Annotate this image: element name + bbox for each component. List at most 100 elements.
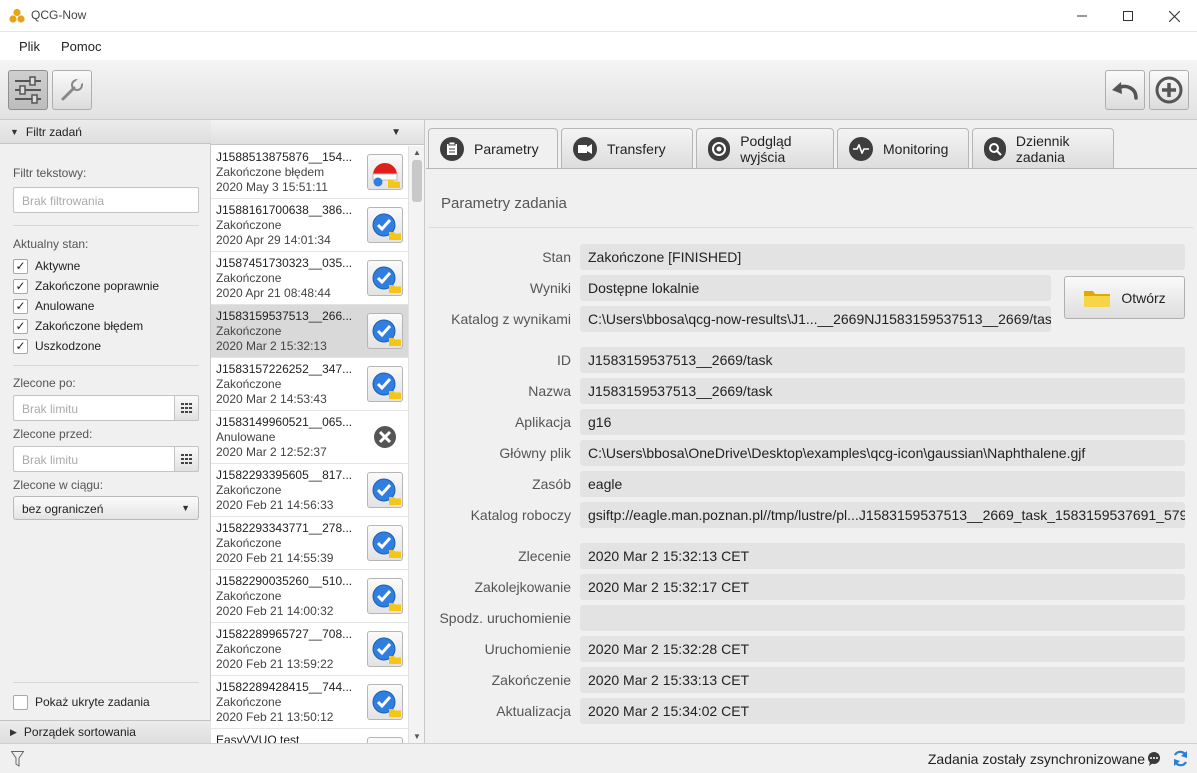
task-list-header[interactable]: ▼ [211, 120, 424, 145]
sort-section-header[interactable]: ▶ Porządek sortowania [0, 720, 211, 744]
tab-transfers[interactable]: Transfery [561, 128, 693, 168]
calendar-icon [181, 454, 192, 464]
filter-toggle-button[interactable] [8, 70, 48, 110]
task-state-button[interactable] [367, 313, 403, 349]
text-filter-input[interactable]: Brak filtrowania [13, 187, 199, 213]
task-list-item[interactable]: J1588513875876__154... Zakończone błędem 2… [211, 146, 408, 199]
calendar-button[interactable] [174, 395, 199, 421]
task-list-item[interactable]: J1582290035260__510... Zakończone 2020 Feb… [211, 570, 408, 623]
tab-monitoring[interactable]: Monitoring [837, 128, 969, 168]
task-list-item[interactable]: J1582289428415__744... Zakończone 2020 Feb… [211, 676, 408, 729]
task-status: Zakończone [216, 642, 282, 656]
tab-parameters[interactable]: Parametry [428, 128, 558, 169]
expand-triangle-icon: ▼ [10, 126, 19, 137]
scroll-thumb[interactable] [412, 160, 422, 202]
calendar-button[interactable] [174, 446, 199, 472]
param-value: 2020 Mar 2 15:33:13 CET [580, 667, 1185, 693]
show-hidden-checkbox[interactable]: Pokaż ukryte zadania [13, 693, 150, 711]
checkmark-icon: ✓ [13, 278, 28, 294]
param-value: 2020 Mar 2 15:32:13 CET [580, 543, 1185, 569]
checkmark-icon: ✓ [13, 258, 28, 274]
tab-label: Dziennik zadania [1015, 132, 1070, 165]
success-icon [368, 637, 404, 671]
state-checkbox-active[interactable]: ✓ Aktywne [13, 257, 80, 275]
close-button[interactable] [1151, 0, 1197, 32]
ordered-before-input[interactable]: Brak limitu [13, 446, 174, 472]
task-id: J1582293395605__817... [216, 468, 353, 482]
task-state-button[interactable] [367, 207, 403, 243]
task-list-item[interactable]: J1582293343771__278... Zakończone 2020 Feb… [211, 517, 408, 570]
task-list-item[interactable]: EasyVVUQ test [211, 729, 408, 743]
task-id: J1582289965727__708... [216, 627, 353, 641]
menu-help[interactable]: Pomoc [61, 39, 101, 54]
ordered-after-input[interactable]: Brak limitu [13, 395, 174, 421]
ordered-within-select[interactable]: bez ograniczeń ▼ [13, 496, 199, 520]
state-checkbox-completed[interactable]: ✓ Zakończone poprawnie [13, 277, 159, 295]
task-details-panel: Parametry Transfery Podgląd wyjścia Moni… [425, 120, 1197, 743]
task-id: J1588161700638__386... [216, 203, 353, 217]
menu-file[interactable]: Plik [19, 39, 40, 54]
task-date: 2020 Mar 2 15:32:13 [216, 339, 327, 353]
task-state-button[interactable] [367, 472, 403, 508]
task-list-item[interactable]: J1588161700638__386... Zakończone 2020 Apr… [211, 199, 408, 252]
calendar-icon [181, 403, 192, 413]
filter-funnel-icon[interactable] [11, 751, 24, 767]
task-status: Zakończone [216, 589, 282, 603]
tab-task-log[interactable]: Dziennik zadania [972, 128, 1114, 168]
task-list-item[interactable]: J1582289965727__708... Zakończone 2020 Feb… [211, 623, 408, 676]
settings-button[interactable] [52, 70, 92, 110]
task-list-item[interactable]: J1583157226252__347... Zakończone 2020 Mar… [211, 358, 408, 411]
pulse-icon [849, 136, 873, 161]
task-date: 2020 Mar 2 12:52:37 [216, 445, 327, 459]
task-date: 2020 Feb 21 14:55:39 [216, 551, 334, 565]
task-list-item[interactable]: J1587451730323__035... Zakończone 2020 Apr… [211, 252, 408, 305]
text-filter-label: Filtr tekstowy: [13, 166, 87, 180]
open-results-button[interactable]: Otwórz [1064, 276, 1185, 319]
clipboard-icon [440, 137, 464, 161]
param-value: gsiftp://eagle.man.poznan.pl//tmp/lustre… [580, 502, 1185, 528]
task-state-button[interactable] [367, 525, 403, 561]
task-state-button[interactable] [367, 578, 403, 614]
task-list-item[interactable]: J1583159537513__266... Zakończone 2020 Mar… [211, 305, 408, 358]
task-list: J1588513875876__154... Zakończone błędem 2… [211, 146, 408, 743]
minimize-button[interactable] [1059, 0, 1105, 32]
chevron-down-icon: ▼ [391, 127, 401, 138]
filter-section-header[interactable]: ▼ Filtr zadań [0, 120, 211, 144]
success-icon [368, 690, 404, 724]
task-state-button[interactable] [367, 366, 403, 402]
task-status: Zakończone [216, 377, 282, 391]
task-list-scrollbar[interactable]: ▲ ▼ [408, 146, 424, 743]
task-state-button[interactable] [367, 260, 403, 296]
scroll-up-icon[interactable]: ▲ [409, 148, 424, 157]
param-label: Stan [542, 249, 571, 265]
title-bar: QCG-Now [0, 0, 1197, 32]
task-status: Zakończone [216, 695, 282, 709]
sync-icon[interactable] [1172, 750, 1189, 767]
tab-label: Parametry [474, 141, 539, 157]
task-date: 2020 Feb 21 13:59:22 [216, 657, 334, 671]
add-task-button[interactable] [1149, 70, 1189, 110]
state-checkbox-cancelled[interactable]: ✓ Anulowane [13, 297, 94, 315]
param-label: Zakolejkowanie [474, 579, 572, 595]
state-checkbox-failed[interactable]: ✓ Zakończone błędem [13, 317, 143, 335]
param-value: C:\Users\bbosa\qcg-now-results\J1...__26… [580, 306, 1051, 332]
task-state-button[interactable] [367, 419, 403, 455]
undo-button[interactable] [1105, 70, 1145, 110]
task-state-button[interactable] [367, 684, 403, 720]
state-checkbox-broken[interactable]: ✓ Uszkodzone [13, 337, 101, 355]
task-list-item[interactable]: J1583149960521__065... Anulowane 2020 Mar … [211, 411, 408, 464]
scroll-down-icon[interactable]: ▼ [409, 732, 424, 741]
task-list-item[interactable]: J1582293395605__817... Zakończone 2020 Feb… [211, 464, 408, 517]
task-state-button[interactable] [367, 154, 403, 190]
param-label: Katalog z wynikami [451, 311, 571, 327]
state-checkbox-label: Anulowane [35, 299, 95, 313]
task-state-button[interactable] [367, 631, 403, 667]
param-value: J1583159537513__2669/task [580, 378, 1185, 404]
maximize-button[interactable] [1105, 0, 1151, 32]
window-title: QCG-Now [31, 8, 87, 22]
folder-icon [1084, 290, 1111, 307]
task-date: 2020 Feb 21 14:56:33 [216, 498, 334, 512]
param-label: Zakończenie [491, 672, 571, 688]
tab-output-preview[interactable]: Podgląd wyjścia [696, 128, 834, 168]
task-id: J1583149960521__065... [216, 415, 353, 429]
